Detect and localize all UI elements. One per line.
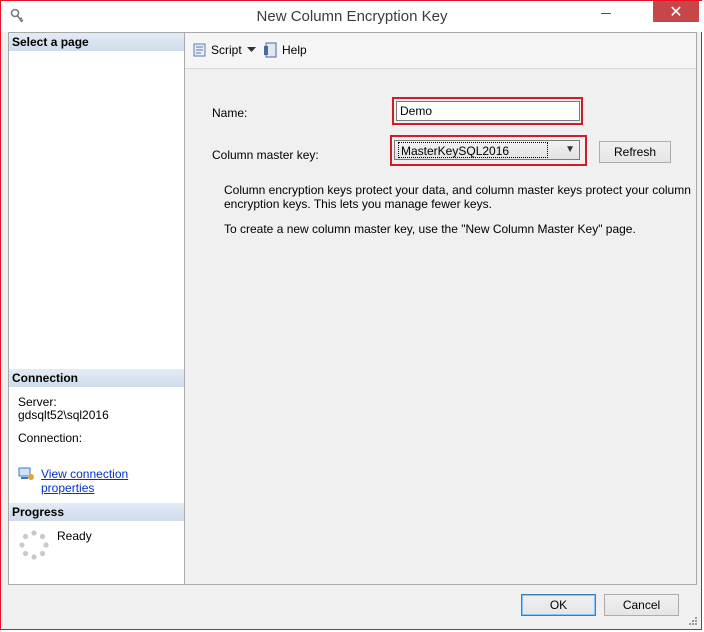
help-button[interactable]: Help bbox=[263, 41, 307, 59]
close-button[interactable]: ✕ bbox=[653, 1, 699, 22]
server-label: Server: bbox=[18, 395, 57, 409]
name-input[interactable]: Demo bbox=[396, 101, 580, 121]
close-icon: ✕ bbox=[669, 4, 683, 21]
script-label: Script bbox=[211, 43, 242, 57]
info-text-line2: encryption keys. This lets you manage fe… bbox=[224, 197, 492, 211]
script-button[interactable]: Script bbox=[192, 41, 242, 59]
general-page-content: Name: Demo Column master key: MasterKeyS… bbox=[185, 69, 696, 584]
title-bar[interactable]: New Column Encryption Key ✕ bbox=[1, 1, 703, 32]
select-page-header: Select a page bbox=[9, 33, 184, 51]
cancel-button[interactable]: Cancel bbox=[604, 594, 679, 616]
script-icon bbox=[193, 43, 206, 57]
help-label: Help bbox=[282, 43, 307, 57]
progress-header: Progress bbox=[9, 503, 184, 521]
resize-grip-icon[interactable] bbox=[687, 615, 697, 625]
connection-properties-icon[interactable] bbox=[18, 466, 35, 482]
column-master-key-select[interactable]: MasterKeySQL2016 ▼ bbox=[394, 140, 580, 160]
right-pane: Script Help Name: Demo Column master key… bbox=[184, 32, 697, 585]
left-pane: Select a page Connection Server: gdsqlt5… bbox=[8, 32, 184, 585]
column-master-key-value: MasterKeySQL2016 bbox=[398, 142, 548, 158]
refresh-button[interactable]: Refresh bbox=[599, 141, 671, 163]
name-label: Name: bbox=[212, 106, 248, 120]
progress-status: Ready bbox=[57, 529, 92, 543]
script-dropdown-button[interactable] bbox=[247, 41, 256, 59]
dialog-window: New Column Encryption Key ✕ Select a pag… bbox=[0, 0, 703, 630]
view-connection-properties-link[interactable]: View connection properties bbox=[41, 467, 184, 495]
help-icon bbox=[264, 42, 277, 58]
ok-button[interactable]: OK bbox=[521, 594, 596, 616]
connection-header: Connection bbox=[9, 369, 184, 387]
connection-label: Connection: bbox=[18, 431, 83, 445]
column-master-key-label: Column master key: bbox=[212, 148, 319, 162]
server-value: gdsqlt52\sql2016 bbox=[18, 408, 109, 422]
info-text-line3: To create a new column master key, use t… bbox=[224, 222, 636, 236]
progress-spinner-icon bbox=[19, 530, 49, 560]
minimize-button[interactable] bbox=[591, 1, 621, 22]
info-text-line1: Column encryption keys protect your data… bbox=[224, 183, 691, 197]
chevron-down-icon: ▼ bbox=[565, 144, 575, 155]
toolbar: Script Help bbox=[185, 33, 696, 69]
chevron-down-icon bbox=[247, 47, 256, 52]
